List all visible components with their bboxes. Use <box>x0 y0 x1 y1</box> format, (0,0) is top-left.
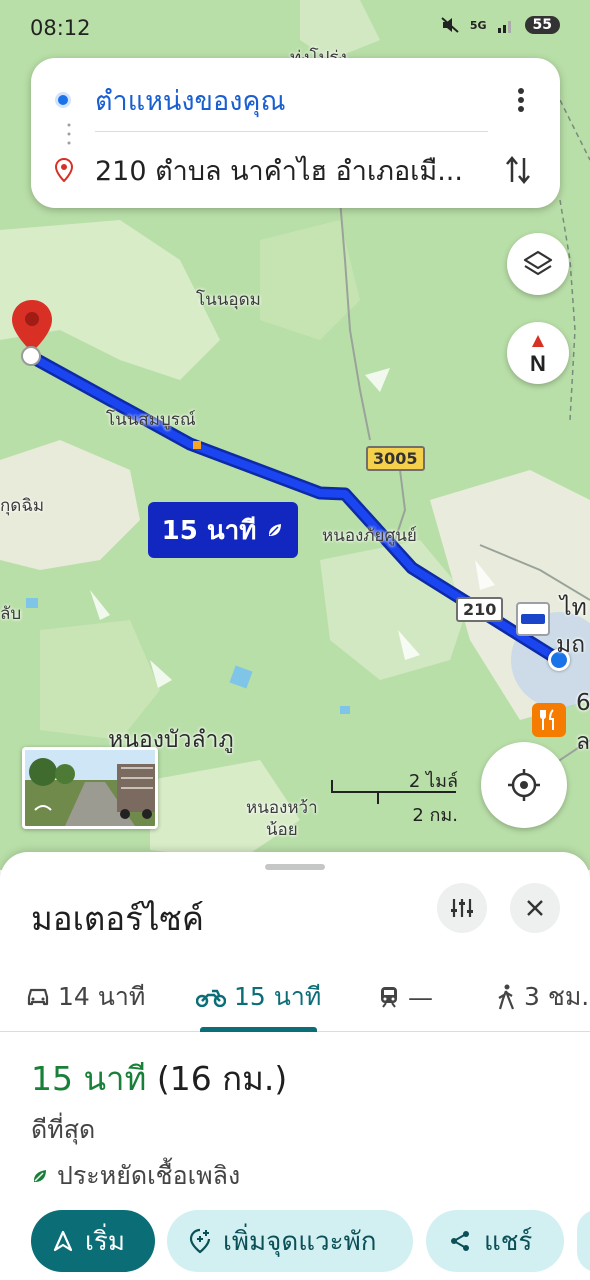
mute-icon <box>441 17 459 33</box>
train-icon <box>381 987 397 1008</box>
map-label: ลับ <box>0 604 22 624</box>
travel-mode-tabs: 14 นาที 15 นาที — 3 ชม. <box>0 962 590 1032</box>
map-label: หนองภัยศูนย์ <box>322 526 417 546</box>
layers-icon <box>523 250 553 276</box>
action-buttons: เริ่ม เพิ่มจุดแวะพัก แชร์ <box>31 1210 590 1272</box>
route-connector-dots <box>67 123 71 145</box>
map-scale: 2 ไมล์ 2 กม. <box>330 766 458 826</box>
walk-icon <box>498 984 515 1010</box>
map-label: 6 <box>576 690 590 716</box>
compass-icon: N <box>530 335 546 373</box>
tab-transit-label: — <box>408 982 433 1012</box>
scale-km: 2 กม. <box>412 805 458 826</box>
destination-field[interactable]: 210 ตำบล นาคำไฮ อำเภอเมื... <box>95 149 500 192</box>
active-tab-indicator <box>200 1027 317 1032</box>
sheet-title: มอเตอร์ไซค์ <box>31 899 204 938</box>
road-shield-3005: 3005 <box>366 446 425 471</box>
tab-car-label: 14 นาที <box>58 982 146 1011</box>
map-label: หนองหว้า น้อย <box>246 798 318 840</box>
eco-note: ประหยัดเชื้อเพลิง <box>31 1156 240 1196</box>
share-button-label: แชร์ <box>484 1226 533 1257</box>
route-options-button[interactable] <box>437 883 487 933</box>
clock: 08:12 <box>30 16 91 40</box>
share-button[interactable]: แชร์ <box>426 1210 564 1272</box>
my-location-button[interactable] <box>481 742 567 828</box>
road-shield-210: 210 <box>456 597 504 622</box>
route-eta-label: 15 นาที <box>161 515 257 546</box>
tune-icon <box>451 899 473 917</box>
navigation-arrow-icon <box>53 1230 73 1252</box>
restaurant-icon[interactable] <box>532 703 566 737</box>
car-icon <box>27 988 49 1006</box>
share-icon <box>451 1231 469 1251</box>
tab-motorcycle[interactable]: 15 นาที <box>196 972 321 1022</box>
map-label: โนนสมบูรณ์ <box>106 410 196 430</box>
route-search-card: ตำแหน่งของคุณ 210 ตำบล นาคำไฮ อำเภอเมื..… <box>31 58 560 208</box>
eco-note-label: ประหยัดเชื้อเพลิง <box>57 1161 241 1190</box>
compass-button[interactable]: N <box>507 322 569 384</box>
signal-icon <box>497 21 511 33</box>
route-eta-bubble[interactable]: 15 นาที <box>148 502 298 558</box>
start-button[interactable]: เริ่ม <box>31 1210 155 1272</box>
map-label: โนนอุดม <box>196 290 261 310</box>
map-label: กุดฉิม <box>0 496 45 516</box>
route-duration: 15 นาที <box>31 1059 147 1098</box>
more-vertical-icon <box>518 88 524 112</box>
tab-motorcycle-label: 15 นาที <box>234 982 322 1011</box>
map-label: ไท <box>560 595 587 621</box>
network-type: 5G <box>469 18 487 32</box>
swap-button[interactable] <box>500 152 536 188</box>
add-location-icon <box>189 1228 211 1254</box>
map-label: ล <box>576 729 590 755</box>
card-divider <box>95 131 488 132</box>
status-bar: 08:12 5G 55 <box>0 0 590 56</box>
add-stop-button[interactable]: เพิ่มจุดแวะพัก <box>167 1210 413 1272</box>
tab-walk-label: 3 ชม. <box>524 982 590 1011</box>
motorcycle-icon <box>196 989 226 1007</box>
add-stop-button-label: เพิ่มจุดแวะพัก <box>223 1226 377 1257</box>
layers-button[interactable] <box>507 233 569 295</box>
route-summary: 15 นาที (16 กม.) <box>31 1052 287 1105</box>
origin-field[interactable]: ตำแหน่งของคุณ <box>95 79 506 122</box>
directions-sheet: มอเตอร์ไซค์ 14 นาที 15 นาที — 3 ชม. 15 น… <box>0 852 590 1280</box>
destination-pin-icon[interactable] <box>10 298 54 370</box>
route-distance: (16 กม.) <box>156 1059 288 1098</box>
tab-walk[interactable]: 3 ชม. <box>496 972 589 1022</box>
scale-miles: 2 ไมล์ <box>408 771 458 792</box>
gas-station-icon[interactable] <box>516 602 550 636</box>
more-actions-button[interactable] <box>577 1210 590 1272</box>
close-icon <box>527 900 543 916</box>
route-note: ดีที่สุด <box>31 1115 96 1144</box>
map-label: มถ <box>556 632 586 658</box>
battery-indicator: 55 <box>524 16 560 34</box>
start-button-label: เริ่ม <box>85 1226 125 1257</box>
origin-dot-icon <box>55 92 71 108</box>
street-view-thumbnail[interactable] <box>22 747 158 829</box>
leaf-icon <box>269 524 282 536</box>
destination-marker-icon <box>55 158 73 182</box>
sheet-drag-handle[interactable] <box>265 864 325 870</box>
svg-text:N: N <box>530 351 546 373</box>
my-location-icon <box>508 769 540 801</box>
more-options-button[interactable] <box>506 85 536 115</box>
tab-transit[interactable]: — <box>378 972 433 1022</box>
tab-car[interactable]: 14 นาที <box>26 972 145 1022</box>
leaf-icon <box>33 1170 46 1182</box>
swap-vertical-icon <box>506 156 530 184</box>
close-button[interactable] <box>510 883 560 933</box>
